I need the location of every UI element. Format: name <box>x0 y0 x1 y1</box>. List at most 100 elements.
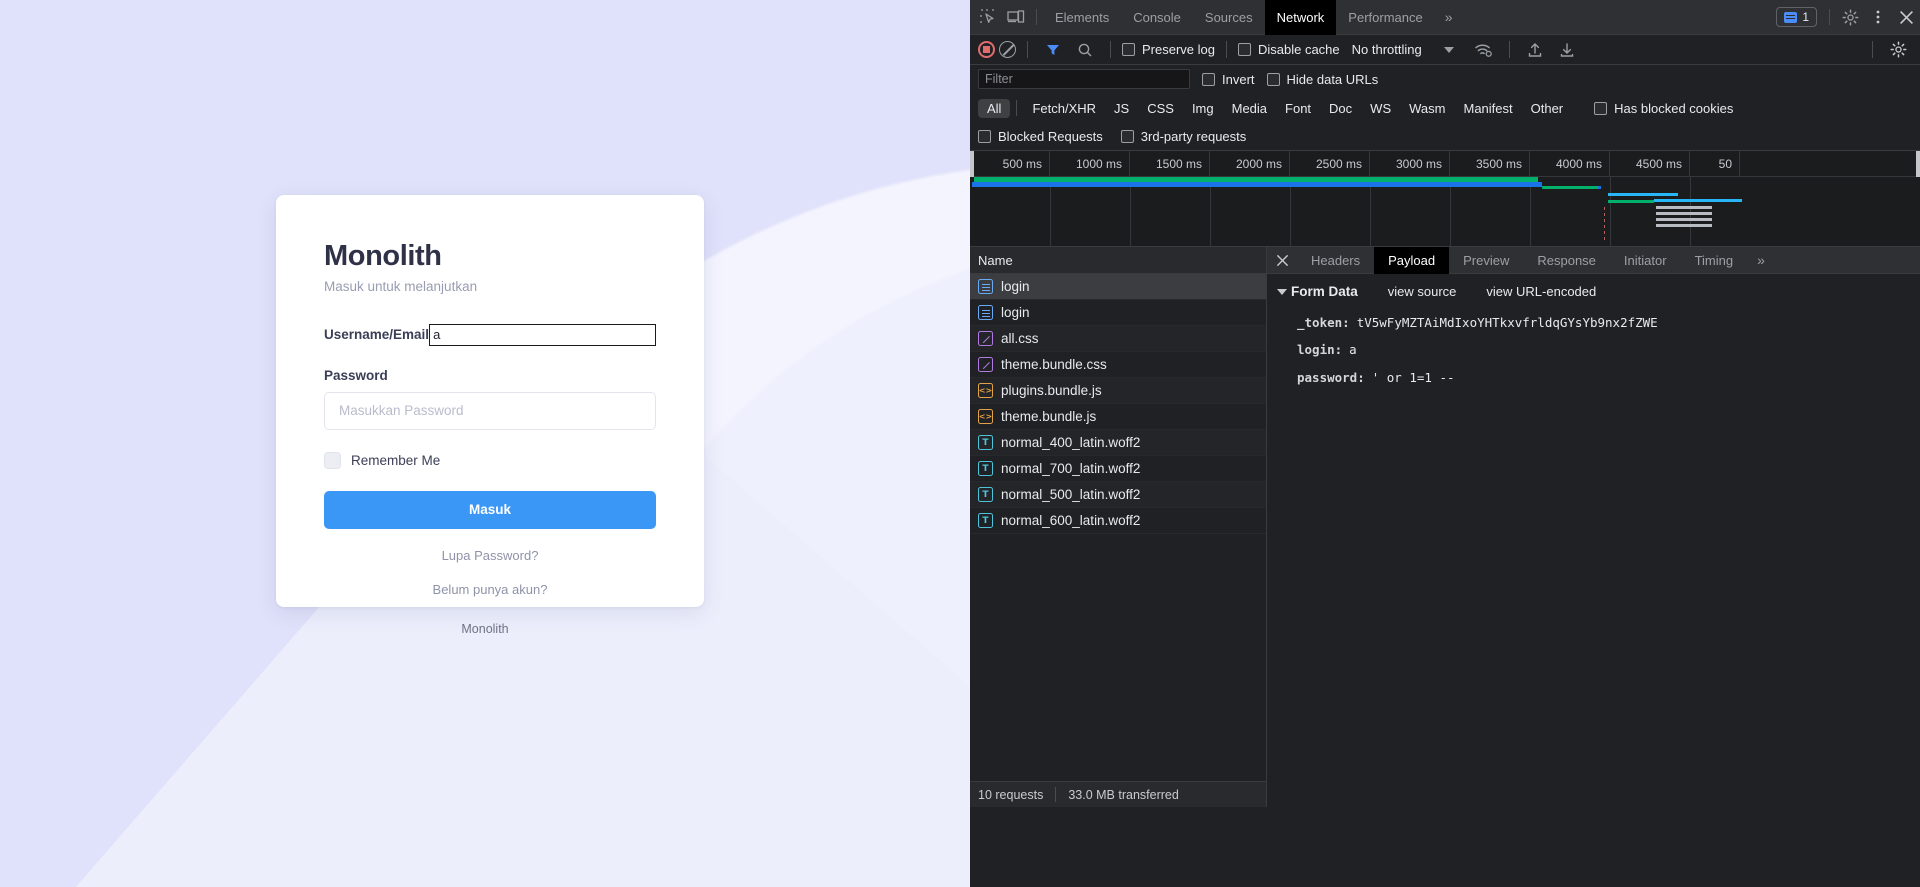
has-blocked-cookies-option[interactable]: Has blocked cookies <box>1594 101 1733 116</box>
third-party-requests-checkbox[interactable] <box>1120 130 1134 143</box>
tab-elements[interactable]: Elements <box>1043 0 1121 35</box>
network-conditions-icon[interactable] <box>1470 37 1498 63</box>
table-row[interactable]: theme.bundle.css <box>970 352 1266 378</box>
inspect-element-icon[interactable] <box>974 4 1002 30</box>
login-submit-button[interactable]: Masuk <box>324 490 656 529</box>
tab-response[interactable]: Response <box>1523 247 1610 274</box>
funnel-icon[interactable] <box>1039 37 1067 63</box>
timeline-bar-7 <box>1656 212 1712 215</box>
tab-preview[interactable]: Preview <box>1449 247 1523 274</box>
tab-headers[interactable]: Headers <box>1297 247 1374 274</box>
detail-more-tabs-chevrons-right-icon[interactable]: » <box>1747 252 1775 268</box>
view-source-link[interactable]: view source <box>1388 284 1457 299</box>
page-title: Monolith <box>324 240 442 272</box>
type-filter-fetch-xhr[interactable]: Fetch/XHR <box>1023 99 1105 118</box>
tab-console[interactable]: Console <box>1121 0 1193 35</box>
table-row[interactable]: <> theme.bundle.js <box>970 404 1266 430</box>
payload-value[interactable]: a <box>1349 339 1357 360</box>
request-name: normal_500_latin.woff2 <box>1001 487 1141 502</box>
type-filter-media[interactable]: Media <box>1223 99 1276 118</box>
blocked-requests-option[interactable]: Blocked Requests <box>978 129 1103 144</box>
table-row[interactable]: login <box>970 300 1266 326</box>
type-filter-ws[interactable]: WS <box>1361 99 1400 118</box>
table-row[interactable]: T normal_400_latin.woff2 <box>970 430 1266 456</box>
type-filter-manifest[interactable]: Manifest <box>1454 99 1521 118</box>
request-name: all.css <box>1001 331 1039 346</box>
password-input[interactable] <box>324 391 656 430</box>
hide-data-urls-option[interactable]: Hide data URLs <box>1266 72 1378 87</box>
font-icon: T <box>978 513 993 528</box>
has-blocked-cookies-checkbox[interactable] <box>1594 101 1608 115</box>
request-name: normal_600_latin.woff2 <box>1001 513 1141 528</box>
timeline-bar-9 <box>1656 224 1712 227</box>
password-label: Password <box>324 367 388 383</box>
table-row[interactable]: all.css <box>970 326 1266 352</box>
type-filter-css[interactable]: CSS <box>1138 99 1183 118</box>
table-row[interactable]: <> plugins.bundle.js <box>970 378 1266 404</box>
record-stop-icon[interactable] <box>978 41 995 58</box>
type-filter-font[interactable]: Font <box>1276 99 1320 118</box>
search-icon[interactable] <box>1071 37 1099 63</box>
type-filter-other[interactable]: Other <box>1522 99 1573 118</box>
table-row[interactable]: T normal_700_latin.woff2 <box>970 456 1266 482</box>
tab-performance[interactable]: Performance <box>1336 0 1434 35</box>
request-list-column-header[interactable]: Name <box>970 247 1266 274</box>
timeline-left-handle[interactable] <box>970 151 974 177</box>
remember-me-checkbox[interactable] <box>324 451 341 469</box>
payload-value[interactable]: tV5wFyMZTAiMdIxoYHTkxvfrldqGYsYb9nx2fZWE <box>1357 312 1658 333</box>
tab-payload[interactable]: Payload <box>1374 246 1450 274</box>
import-har-icon[interactable] <box>1521 37 1549 63</box>
disable-cache-option[interactable]: Disable cache <box>1237 42 1340 57</box>
invert-option[interactable]: Invert <box>1202 72 1255 87</box>
timeline-grid <box>970 177 1920 246</box>
type-filter-divider <box>1016 100 1018 116</box>
remember-me-row[interactable]: Remember Me <box>324 451 656 469</box>
timeline-bar-6 <box>1656 206 1712 209</box>
tab-timing[interactable]: Timing <box>1681 247 1748 274</box>
network-settings-gear-icon[interactable] <box>1884 37 1912 63</box>
table-row[interactable]: login <box>970 274 1266 300</box>
type-filter-all[interactable]: All <box>978 98 1011 118</box>
register-link[interactable]: Belum punya akun? <box>433 582 548 597</box>
table-row[interactable]: T normal_500_latin.woff2 <box>970 482 1266 508</box>
username-input[interactable] <box>429 323 656 346</box>
table-row[interactable]: T normal_600_latin.woff2 <box>970 508 1266 534</box>
kebab-menu-icon[interactable] <box>1864 4 1892 30</box>
filter-input[interactable] <box>978 69 1190 89</box>
close-icon[interactable] <box>1267 247 1297 274</box>
tab-initiator[interactable]: Initiator <box>1610 247 1681 274</box>
collapse-triangle-icon[interactable] <box>1277 288 1287 295</box>
payload-value[interactable]: ' or 1=1 -- <box>1372 367 1455 388</box>
view-url-encoded-link[interactable]: view URL-encoded <box>1486 284 1596 299</box>
blocked-requests-checkbox[interactable] <box>978 130 991 143</box>
preserve-log-checkbox[interactable] <box>1122 43 1135 56</box>
disable-cache-checkbox[interactable] <box>1237 43 1251 56</box>
toolbar-divider-3 <box>1225 41 1227 58</box>
hide-data-urls-checkbox[interactable] <box>1266 72 1280 86</box>
type-filter-wasm[interactable]: Wasm <box>1400 99 1454 118</box>
preserve-log-option[interactable]: Preserve log <box>1122 42 1215 57</box>
type-filter-img[interactable]: Img <box>1183 99 1223 118</box>
gear-icon[interactable] <box>1836 4 1864 30</box>
forgot-password-link[interactable]: Lupa Password? <box>442 548 539 563</box>
issues-badge[interactable]: 1 <box>1776 7 1817 27</box>
throttling-dropdown[interactable]: No throttling <box>1352 42 1454 57</box>
toolbar-divider-5 <box>1872 41 1873 58</box>
tab-sources[interactable]: Sources <box>1193 0 1265 35</box>
timeline-right-handle[interactable] <box>1916 151 1920 177</box>
tab-network[interactable]: Network <box>1264 0 1337 35</box>
timeline-bar-3 <box>1608 193 1678 196</box>
close-icon[interactable] <box>1892 4 1920 30</box>
more-tabs-chevrons-right-icon[interactable]: » <box>1435 9 1463 25</box>
export-har-icon[interactable] <box>1553 37 1581 63</box>
invert-checkbox[interactable] <box>1202 72 1215 86</box>
type-filter-js[interactable]: JS <box>1105 99 1138 118</box>
payload-entry-token: _token: tV5wFyMZTAiMdIxoYHTkxvfrldqGYsYb… <box>1267 309 1920 336</box>
device-toolbar-icon[interactable] <box>1002 4 1030 30</box>
type-filter-doc[interactable]: Doc <box>1320 99 1361 118</box>
request-list-status-bar: 10 requests 33.0 MB transferred <box>970 781 1266 807</box>
page-footer-brand: Monolith <box>461 622 509 636</box>
third-party-requests-option[interactable]: 3rd-party requests <box>1120 129 1246 144</box>
network-timeline-overview[interactable]: 500 ms 1000 ms 1500 ms 2000 ms 2500 ms 3… <box>970 151 1920 247</box>
clear-icon[interactable] <box>999 41 1016 58</box>
